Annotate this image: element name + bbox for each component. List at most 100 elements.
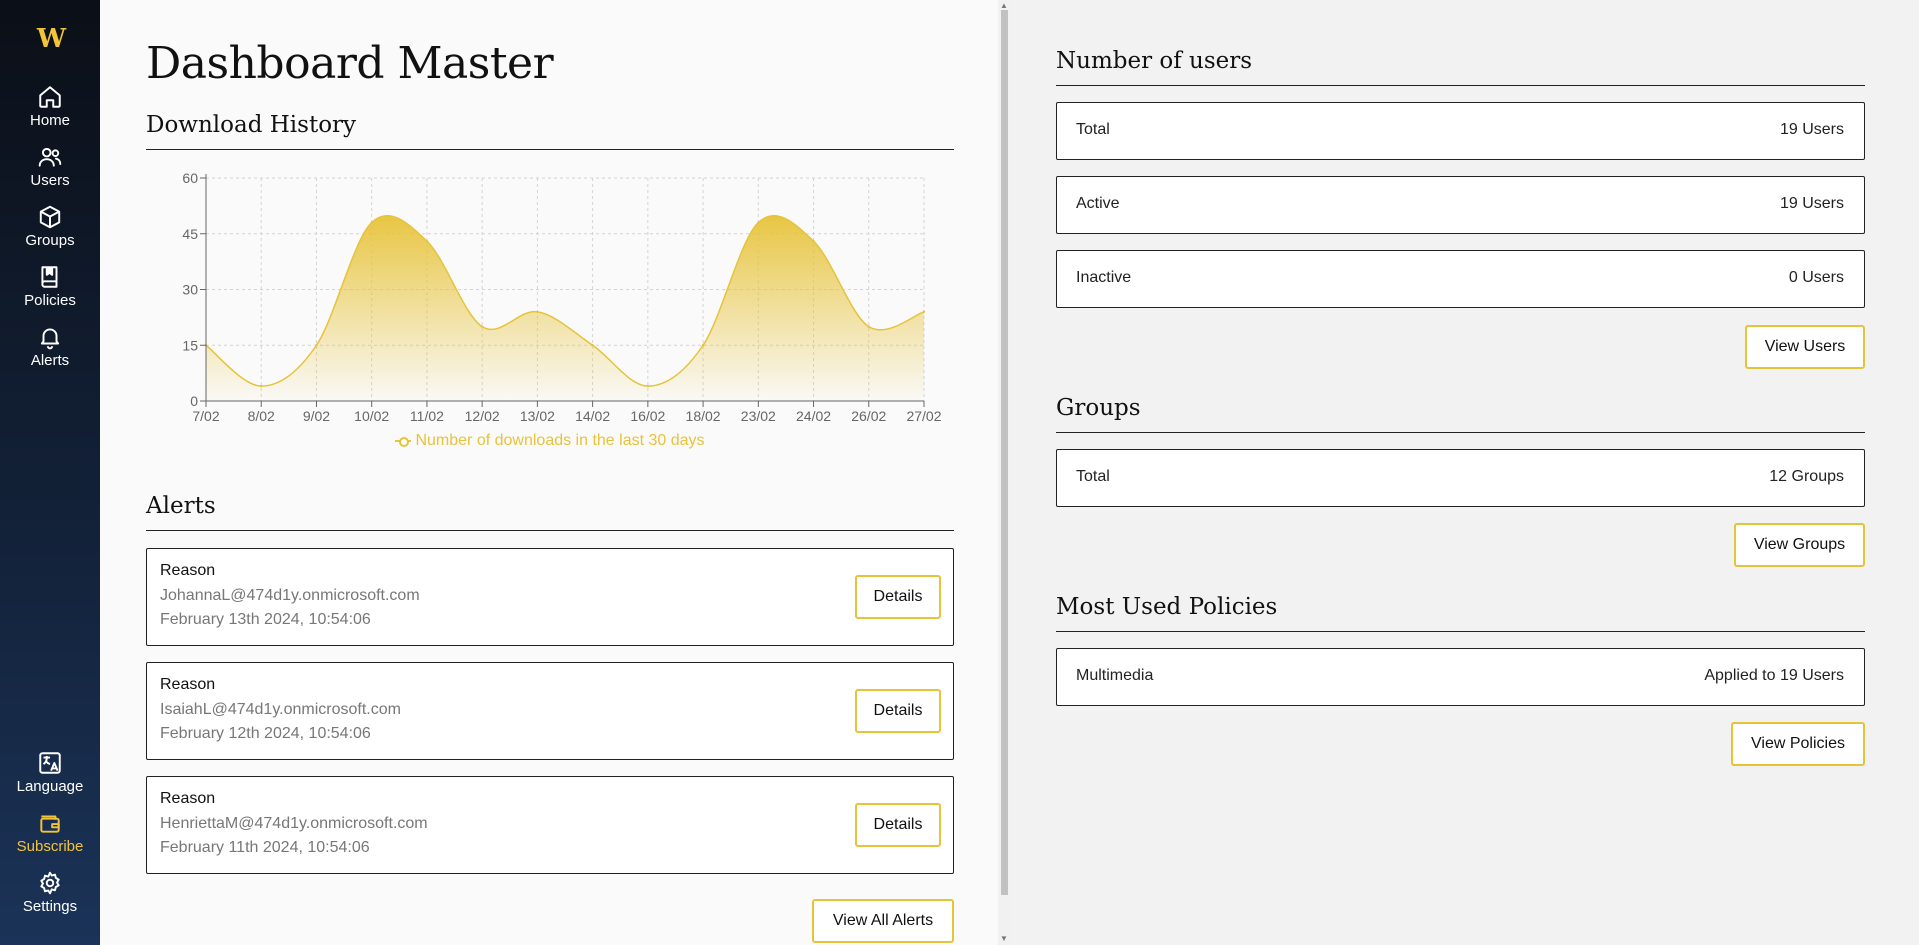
alert-details-button[interactable]: Details [855, 575, 941, 619]
x-tick-label: 10/02 [354, 408, 389, 424]
x-tick-label: 9/02 [303, 408, 330, 424]
x-tick-label: 24/02 [796, 408, 831, 424]
sidebar-item-policies[interactable]: Policies [0, 264, 100, 320]
cube-icon [39, 205, 61, 229]
main-panel: Dashboard Master Download History 0 15 30 4… [100, 0, 998, 945]
policies-section-title: Most Used Policies [1056, 594, 1278, 620]
sidebar-item-label: Policies [24, 292, 76, 309]
wallet-icon [40, 815, 60, 833]
home-icon [39, 86, 61, 108]
sidebar-item-label: Settings [22, 898, 78, 915]
stat-value: 19 Users [1779, 195, 1844, 212]
sidebar-item-subscribe[interactable]: Subscribe [0, 810, 100, 866]
view-groups-button[interactable]: View Groups [1734, 523, 1865, 567]
section-divider [146, 530, 954, 531]
alert-card: Reason JohannaL@474d1y.onmicrosoft.com F… [146, 548, 954, 646]
x-tick-label: 18/02 [686, 408, 721, 424]
alert-details-button[interactable]: Details [855, 689, 941, 733]
sidebar-item-home[interactable]: Home [0, 84, 100, 140]
alert-date: February 13th 2024, 10:54:06 [160, 611, 371, 628]
chart-point [315, 344, 318, 347]
bell-icon [40, 328, 60, 350]
sidebar-item-groups[interactable]: Groups [0, 204, 100, 260]
sidebar-item-users[interactable]: Users [0, 144, 100, 200]
stat-value: 0 Users [1788, 269, 1844, 286]
alert-card: Reason IsaiahL@474d1y.onmicrosoft.com Fe… [146, 662, 954, 760]
x-tick-label: 27/02 [906, 408, 941, 424]
chart-svg: 0 15 30 45 60 7/02 8/02 9/02 10/02 11/02 12/02 13/0… [182, 170, 941, 424]
chart-point [701, 344, 705, 347]
x-tick-label: 16/02 [630, 408, 665, 424]
y-tick-label: 15 [182, 337, 198, 353]
chart-point [922, 310, 926, 313]
brand-logo[interactable]: W [0, 24, 100, 54]
chart-point [536, 310, 539, 313]
alert-card: Reason HenriettaM@474d1y.onmicrosoft.com… [146, 776, 954, 874]
alert-reason: Reason [160, 790, 216, 807]
scroll-up-arrow[interactable]: ▲ [1000, 2, 1008, 10]
users-inactive-card: Inactive 0 Users [1056, 250, 1865, 308]
x-tick-label: 7/02 [192, 408, 219, 424]
chart-point [370, 221, 373, 224]
x-tick-label: 13/02 [520, 408, 555, 424]
sidebar-item-label: Subscribe [16, 838, 84, 855]
sidebar-item-settings[interactable]: Settings [0, 870, 100, 926]
legend-swatch [395, 436, 412, 447]
chart-point [812, 239, 815, 243]
scrollbar[interactable]: ▲ ▼ [998, 0, 1010, 945]
chart-point [480, 325, 484, 328]
alert-email: HenriettaM@474d1y.onmicrosoft.com [160, 815, 428, 832]
x-tick-label: 23/02 [741, 408, 776, 424]
view-policies-button[interactable]: View Policies [1731, 722, 1865, 766]
section-divider [146, 149, 954, 150]
sidebar-item-label: Users [30, 172, 70, 189]
alert-email: JohannaL@474d1y.onmicrosoft.com [160, 587, 420, 604]
book-icon [41, 266, 58, 288]
chart-point [867, 325, 870, 328]
alert-details-button[interactable]: Details [855, 803, 941, 847]
stat-label: Multimedia [1076, 667, 1154, 684]
stat-label: Total [1076, 468, 1110, 485]
sidebar-item-label: Alerts [30, 352, 70, 369]
alert-reason: Reason [160, 562, 216, 579]
sidebar-item-label: Home [29, 112, 70, 129]
stats-panel: Number of users Total 19 Users Active 19… [1010, 0, 1919, 945]
users-total-card: Total 19 Users [1056, 102, 1865, 160]
download-history-chart: 0 15 30 45 60 7/02 8/02 9/02 10/02 11/02 12/02 13/0… [146, 160, 954, 460]
x-tick-label: 8/02 [248, 408, 275, 424]
section-divider [1056, 432, 1865, 433]
y-tick-label: 0 [190, 393, 198, 409]
alert-email: IsaiahL@474d1y.onmicrosoft.com [160, 701, 401, 718]
chart-point [646, 384, 650, 388]
view-all-alerts-button[interactable]: View All Alerts [812, 899, 954, 943]
sidebar-item-alerts[interactable]: Alerts [0, 324, 100, 380]
stat-value: Applied to 19 Users [1704, 667, 1844, 684]
x-tick-label: 26/02 [851, 408, 886, 424]
users-section-title: Number of users [1056, 48, 1253, 74]
y-tick-label: 45 [182, 226, 198, 242]
scroll-down-arrow[interactable]: ▼ [1000, 935, 1008, 943]
alerts-title: Alerts [146, 493, 216, 519]
sidebar-item-language[interactable]: Language [0, 750, 100, 806]
page-title: Dashboard Master [146, 38, 554, 89]
stat-label: Inactive [1076, 269, 1132, 286]
chart-point [591, 344, 594, 347]
x-tick-label: 12/02 [465, 408, 500, 424]
translate-icon [39, 752, 61, 774]
y-tick-label: 30 [182, 282, 198, 298]
view-users-button[interactable]: View Users [1745, 325, 1865, 369]
legend-label: Number of downloads in the last 30 days [415, 432, 705, 449]
gear-icon [40, 871, 60, 895]
groups-section-title: Groups [1056, 395, 1141, 421]
sidebar: W Home Users Groups Policies Alerts Lang… [0, 0, 100, 945]
scrollbar-thumb[interactable] [1001, 10, 1008, 895]
groups-total-card: Total 12 Groups [1056, 449, 1865, 507]
chart-legend[interactable]: Number of downloads in the last 30 days [146, 432, 954, 450]
stat-label: Active [1076, 195, 1120, 212]
alert-reason: Reason [160, 676, 216, 693]
y-tick-label: 60 [182, 170, 198, 186]
stat-value: 19 Users [1779, 121, 1844, 138]
stat-label: Total [1076, 121, 1110, 138]
x-tick-label: 11/02 [410, 408, 444, 424]
users-active-card: Active 19 Users [1056, 176, 1865, 234]
